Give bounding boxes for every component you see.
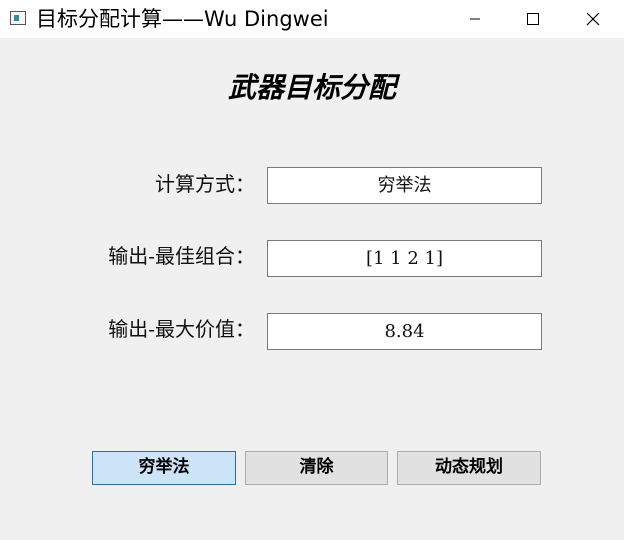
minimize-icon <box>470 18 480 20</box>
max-value-label: 输出-最大价值： <box>108 317 255 341</box>
exhaustive-button[interactable]: 穷举法 <box>92 451 236 485</box>
minimize-button[interactable] <box>446 0 504 38</box>
maximize-button[interactable] <box>504 0 562 38</box>
clear-button[interactable]: 清除 <box>245 451 388 485</box>
title-bar: 目标分配计算——Wu Dingwei <box>0 0 624 38</box>
close-button[interactable] <box>564 0 622 38</box>
max-value-field[interactable]: 8.84 <box>267 313 542 350</box>
page-title: 武器目标分配 <box>227 71 396 104</box>
close-icon <box>586 12 600 26</box>
window-title: 目标分配计算——Wu Dingwei <box>36 7 329 31</box>
best-combination-label: 输出-最佳组合： <box>108 244 255 268</box>
method-label: 计算方式： <box>155 172 255 196</box>
best-combination-field[interactable]: [1 1 2 1] <box>267 240 542 277</box>
maximize-icon <box>527 13 539 25</box>
method-field[interactable]: 穷举法 <box>267 167 542 204</box>
dynamic-programming-button[interactable]: 动态规划 <box>397 451 541 485</box>
app-window-icon <box>10 11 26 25</box>
